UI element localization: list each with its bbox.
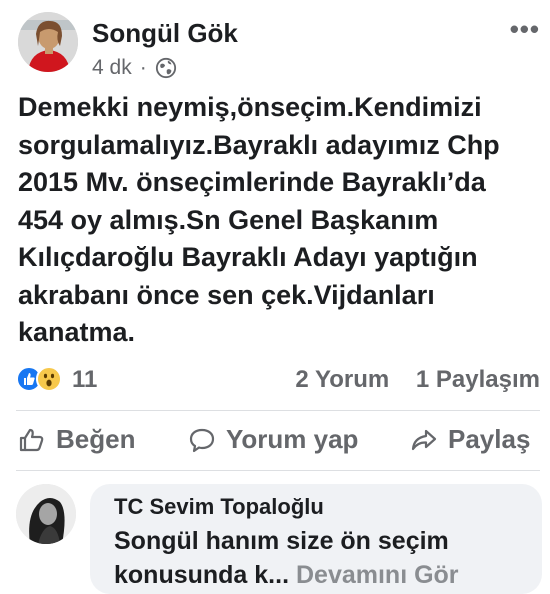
- share-button[interactable]: Paylaş: [410, 424, 530, 455]
- reaction-count[interactable]: 11: [72, 366, 97, 394]
- share-label: Paylaş: [448, 424, 531, 454]
- commenter-avatar[interactable]: [16, 484, 76, 544]
- comment-button[interactable]: Yorum yap: [188, 424, 358, 455]
- share-count[interactable]: 1 Paylaşım: [416, 366, 540, 393]
- divider: [16, 470, 540, 471]
- post-body-text: Demekki neymiş,önseçim.Kendimizi sorgula…: [18, 92, 500, 347]
- reactions-bar: 11 2 Yorum 1 Paylaşım: [16, 362, 540, 396]
- post-time[interactable]: 4 dk: [92, 56, 132, 80]
- comment-preview: TC Sevim Topaloğlu Songül hanım size ön …: [16, 484, 542, 594]
- see-more-link[interactable]: Devamını Gör: [296, 561, 459, 589]
- divider: [16, 410, 540, 411]
- globe-icon[interactable]: [155, 57, 177, 79]
- like-label: Beğen: [56, 424, 136, 454]
- engagement-counts: 2 Yorum 1 Paylaşım: [295, 366, 540, 394]
- commenter-name[interactable]: TC Sevim Topaloğlu: [114, 494, 324, 520]
- comment-text: Songül hanım size ön seçim konusunda k...…: [114, 524, 534, 592]
- author-avatar[interactable]: [18, 12, 78, 72]
- post-actions: Beğen Yorum yap Paylaş: [16, 420, 540, 464]
- author-photo: [18, 12, 78, 72]
- wow-reaction-icon: [36, 366, 62, 392]
- post-header: Songül Gök 4 dk · •••: [18, 12, 540, 84]
- more-dots-icon[interactable]: •••: [510, 16, 540, 42]
- share-arrow-icon: [411, 429, 437, 450]
- like-button[interactable]: Beğen: [18, 424, 135, 455]
- post-meta: 4 dk ·: [92, 56, 177, 80]
- comment-label: Yorum yap: [226, 424, 359, 454]
- meta-separator: ·: [139, 56, 147, 79]
- comment-bubble-icon: [189, 428, 215, 452]
- comment-count[interactable]: 2 Yorum: [295, 366, 389, 393]
- commenter-photo: [16, 484, 76, 544]
- comment-line-1: Songül hanım size ön seçim: [114, 527, 449, 555]
- author-name[interactable]: Songül Gök: [92, 18, 238, 49]
- comment-bubble[interactable]: TC Sevim Topaloğlu Songül hanım size ön …: [90, 484, 542, 594]
- reaction-icons[interactable]: [16, 364, 68, 394]
- thumbs-up-icon: [19, 428, 44, 451]
- comment-line-2: konusunda k...: [114, 561, 290, 589]
